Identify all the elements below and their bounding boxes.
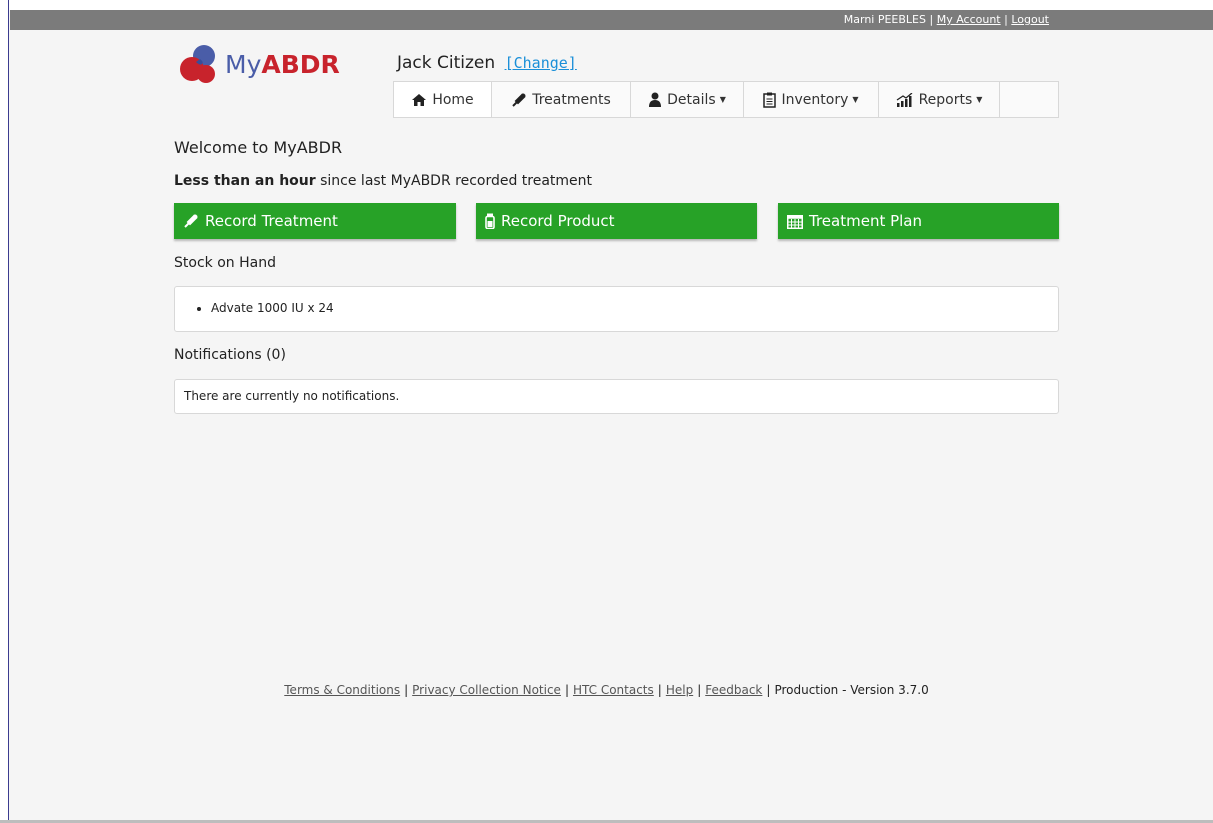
chevron-down-icon: ▼ [719, 95, 726, 104]
my-account-link[interactable]: My Account [937, 13, 1001, 26]
nav-treatments-label: Treatments [532, 91, 611, 108]
window-top-strip [0, 0, 1213, 10]
record-treatment-button[interactable]: Record Treatment [174, 203, 456, 239]
syringe-icon [511, 92, 527, 108]
logo-text: MyABDR [225, 50, 340, 79]
last-treatment-time: Less than an hour [174, 173, 316, 189]
feedback-link[interactable]: Feedback [705, 683, 762, 697]
help-link[interactable]: Help [666, 683, 693, 697]
treatment-plan-label: Treatment Plan [809, 212, 923, 230]
nav-home-label: Home [432, 91, 474, 108]
user-name: Marni PEEBLES [843, 13, 926, 26]
notifications-heading: Notifications (0) [174, 347, 286, 363]
main-nav: Home Treatments Details ▼ Inventory ▼ Re… [393, 81, 1059, 118]
logo-text-abdr: ABDR [261, 49, 340, 79]
record-treatment-label: Record Treatment [205, 212, 338, 230]
patient-header: Jack Citizen [Change] [397, 53, 577, 73]
window-left-frame [0, 0, 9, 823]
logout-link[interactable]: Logout [1011, 13, 1049, 26]
logo-text-my: My [225, 49, 262, 79]
user-icon [648, 92, 662, 107]
calendar-icon [787, 214, 803, 229]
clipboard-icon [763, 92, 777, 108]
home-icon [411, 93, 427, 107]
nav-home[interactable]: Home [394, 82, 492, 117]
vial-icon [485, 213, 495, 229]
patient-name: Jack Citizen [397, 53, 496, 73]
last-treatment-info: Less than an hour since last MyABDR reco… [174, 173, 592, 189]
privacy-link[interactable]: Privacy Collection Notice [412, 683, 561, 697]
nav-inventory-label: Inventory [781, 91, 849, 108]
terms-link[interactable]: Terms & Conditions [284, 683, 400, 697]
notifications-panel: There are currently no notifications. [174, 379, 1059, 414]
chevron-down-icon: ▼ [852, 95, 859, 104]
list-item: Advate 1000 IU x 24 [211, 300, 1058, 316]
myabdr-logo-icon [180, 45, 215, 83]
top-user-bar: Marni PEEBLES | My Account | Logout [10, 10, 1213, 30]
chart-icon [896, 92, 914, 107]
nav-inventory[interactable]: Inventory ▼ [744, 82, 879, 117]
nav-details-label: Details [667, 91, 716, 108]
record-product-button[interactable]: Record Product [476, 203, 757, 239]
nav-reports-label: Reports [918, 91, 973, 108]
footer: Terms & Conditions | Privacy Collection No… [284, 683, 929, 697]
treatment-plan-button[interactable]: Treatment Plan [778, 203, 1059, 239]
chevron-down-icon: ▼ [976, 95, 983, 104]
syringe-icon [183, 213, 199, 229]
myabdr-logo[interactable]: MyABDR [178, 40, 340, 88]
nav-reports[interactable]: Reports ▼ [879, 82, 1000, 117]
htc-contacts-link[interactable]: HTC Contacts [573, 683, 654, 697]
nav-details[interactable]: Details ▼ [631, 82, 744, 117]
welcome-heading: Welcome to MyABDR [174, 138, 343, 157]
change-patient-link[interactable]: [Change] [505, 54, 577, 72]
nav-treatments[interactable]: Treatments [492, 82, 631, 117]
record-product-label: Record Product [501, 212, 615, 230]
last-treatment-text: since last MyABDR recorded treatment [315, 173, 593, 189]
version-text: Production - Version 3.7.0 [774, 683, 929, 697]
stock-panel: Advate 1000 IU x 24 [174, 286, 1059, 332]
stock-list: Advate 1000 IU x 24 [175, 300, 1058, 316]
stock-on-hand-heading: Stock on Hand [174, 255, 276, 271]
notifications-empty-text: There are currently no notifications. [184, 389, 400, 403]
